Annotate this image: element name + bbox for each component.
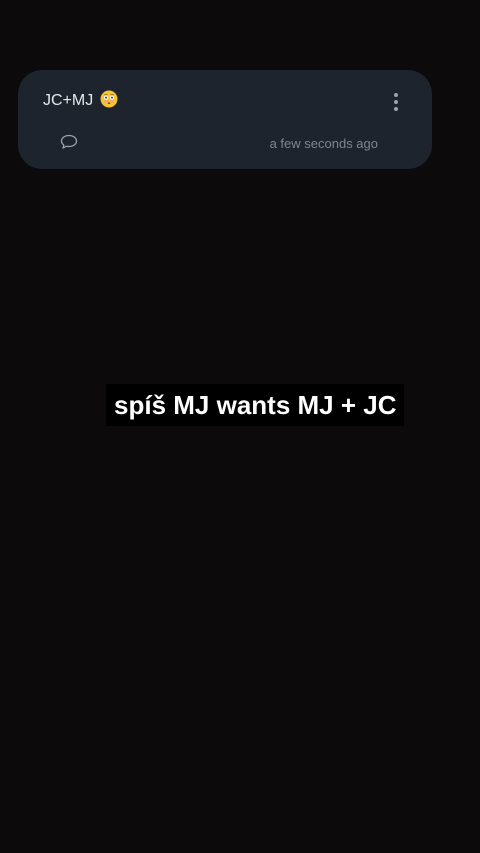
vertical-ellipsis-icon <box>394 93 398 97</box>
vertical-ellipsis-icon-dot <box>394 100 398 104</box>
flushed-face-emoji-icon <box>100 90 118 108</box>
vertical-ellipsis-icon-dot <box>394 107 398 111</box>
post-card[interactable]: JC+MJ a few seconds ago <box>18 70 432 169</box>
post-timestamp: a few seconds ago <box>269 136 378 151</box>
caption-overlay: spíš MJ wants MJ + JC <box>106 384 405 426</box>
comment-button[interactable] <box>59 133 79 151</box>
more-options-button[interactable] <box>386 88 406 116</box>
post-title-row: JC+MJ <box>43 90 118 110</box>
post-title: JC+MJ <box>43 92 94 109</box>
speech-bubble-icon <box>60 134 78 149</box>
